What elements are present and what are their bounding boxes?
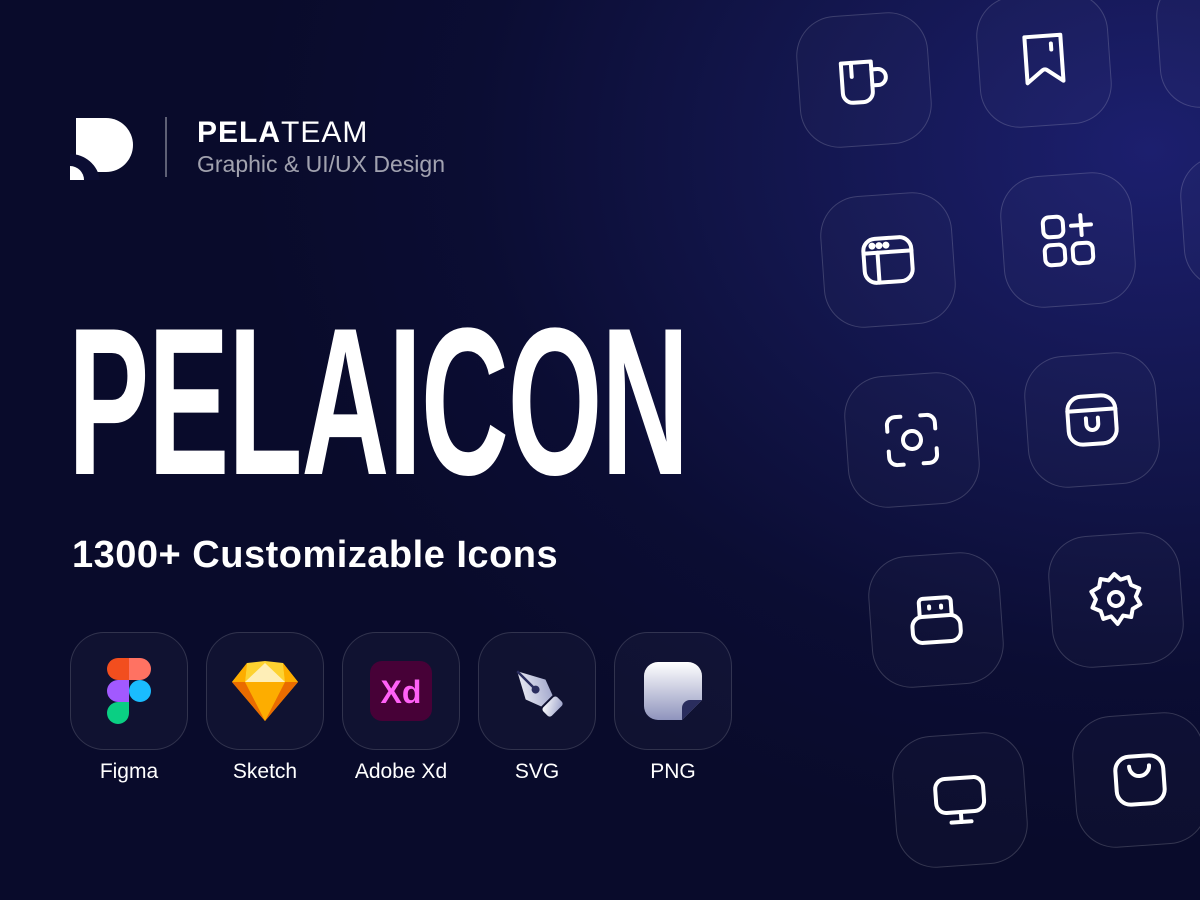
format-tile [478, 632, 596, 750]
pot-icon [1065, 393, 1119, 447]
showcase-tile [793, 9, 935, 151]
format-tile [614, 632, 732, 750]
pelateam-logo-icon [70, 118, 133, 180]
showcase-tile-partial [1153, 0, 1200, 111]
hero-title-wrap: PELAICON [68, 282, 728, 522]
showcase-tile [889, 729, 1031, 871]
settings-icon [1089, 572, 1143, 626]
hero-subtitle: 1300+ Customizable Icons [72, 534, 559, 576]
format-label: SVG [514, 760, 560, 783]
showcase-tile [865, 549, 1007, 691]
sketch-icon [232, 661, 298, 721]
brand-name: PELATEAM [197, 116, 368, 150]
bookmark-icon [1022, 32, 1066, 86]
format-item-adobe-xd[interactable]: Xd Adobe Xd [342, 632, 460, 792]
hero-title: PELAICON [68, 284, 689, 519]
promo-canvas: PELATEAM Graphic & UI/UX Design PELAICON… [0, 0, 1200, 900]
format-label: Adobe Xd [354, 760, 448, 783]
mug-icon [838, 59, 888, 105]
shopping-bag-icon [1113, 753, 1167, 807]
format-tile [70, 632, 188, 750]
format-item-png[interactable]: PNG [614, 632, 732, 792]
adobe-xd-icon: Xd [370, 661, 432, 721]
showcase-tile [841, 369, 983, 511]
figma-icon [107, 658, 151, 724]
add-widget-icon [1040, 213, 1096, 268]
showcase-tile [1021, 349, 1163, 491]
brand-name-bold: PELA [197, 116, 282, 149]
adobe-xd-icon-text: Xd [381, 674, 422, 710]
scan-icon [884, 412, 940, 468]
usb-drive-icon [910, 595, 963, 645]
format-item-figma[interactable]: Figma [70, 632, 188, 792]
format-item-sketch[interactable]: Sketch [206, 632, 324, 792]
browser-window-icon [861, 235, 915, 285]
monitor-icon [933, 775, 987, 825]
format-list: Figma Sketch Xd Adobe Xd SVG PNG [70, 632, 732, 792]
showcase-tile [973, 0, 1115, 131]
brand-name-light: TEAM [281, 116, 369, 149]
format-tile: Xd [342, 632, 460, 750]
showcase-tile [1045, 529, 1187, 671]
format-item-svg[interactable]: SVG [478, 632, 596, 792]
showcase-tile-partial [1177, 149, 1200, 291]
brand-tagline: Graphic & UI/UX Design [197, 151, 445, 177]
format-label: Figma [99, 760, 159, 783]
pen-tool-icon [516, 670, 563, 717]
format-label: Sketch [232, 760, 298, 783]
showcase-tile [997, 169, 1139, 311]
showcase-tile [1069, 709, 1200, 851]
format-tile [206, 632, 324, 750]
showcase-tile [817, 189, 959, 331]
png-file-icon [644, 662, 702, 720]
brand-divider [165, 117, 167, 177]
format-label: PNG [650, 760, 696, 783]
